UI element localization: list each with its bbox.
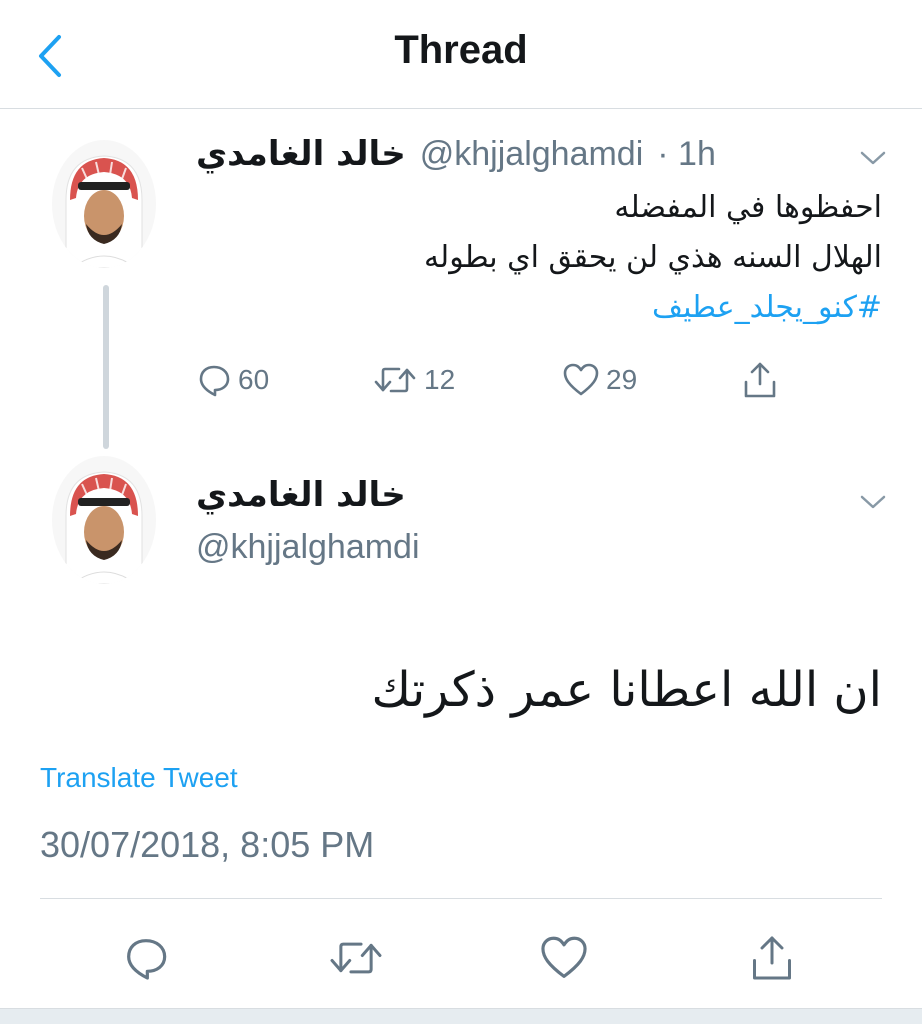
share-icon (744, 362, 776, 398)
like-count: 29 (606, 364, 638, 395)
tweet-text: ان الله اعطانا عمر ذكرتك (371, 662, 882, 718)
hashtag-link[interactable]: #كنو_يجلد_عطيف (652, 290, 882, 325)
header-bar: Thread (0, 0, 922, 109)
bottom-separator (0, 1008, 922, 1024)
share-icon (753, 936, 791, 980)
retweet-button[interactable] (326, 930, 386, 986)
avatar-person-icon (52, 456, 156, 584)
like-icon (563, 363, 599, 396)
share-button[interactable] (742, 930, 802, 986)
page-title: Thread (394, 28, 528, 72)
translate-tweet-link[interactable]: Translate Tweet (40, 762, 238, 794)
avatar[interactable] (52, 456, 156, 584)
tweet-text-line: احفظوها في المفضله (614, 190, 882, 225)
retweet-icon (330, 942, 382, 974)
reply-button[interactable]: 60 (196, 362, 269, 398)
tweet-timestamp: 30/07/2018, 8:05 PM (40, 824, 375, 865)
tweet-header: خالد الغامدي @khjjalghamdi · 1h (196, 134, 716, 182)
tweet-menu-button[interactable] (858, 148, 888, 168)
tweet-text-line: الهلال السنه هذي لن يحقق اي بطوله (423, 240, 882, 275)
like-icon (541, 936, 587, 978)
thread-connector (103, 285, 109, 449)
display-name[interactable]: خالد الغامدي (196, 475, 406, 515)
like-button[interactable] (534, 930, 594, 986)
display-name[interactable]: خالد الغامدي (196, 134, 406, 174)
avatar-person-icon (52, 140, 156, 268)
reply-count: 60 (238, 364, 270, 395)
retweet-icon (374, 367, 416, 393)
avatar[interactable] (52, 140, 156, 268)
reply-icon (199, 365, 230, 397)
share-button[interactable] (740, 360, 780, 400)
divider (40, 898, 882, 899)
chevron-down-icon (860, 495, 886, 509)
chevron-down-icon (860, 151, 886, 165)
like-button[interactable]: 29 (562, 362, 637, 398)
tweet-menu-button[interactable] (858, 492, 888, 512)
tweet-time: · 1h (657, 135, 716, 173)
username[interactable]: @khjjalghamdi (420, 135, 644, 174)
username[interactable]: @khjjalghamdi (196, 528, 420, 567)
thread-screen: Thread خالد الغامدي @khjjalghamdi · 1h ا… (0, 0, 922, 1024)
retweet-count: 12 (424, 364, 456, 395)
reply-button[interactable] (116, 930, 176, 986)
reply-icon (127, 939, 167, 980)
retweet-button[interactable]: 12 (372, 362, 455, 398)
